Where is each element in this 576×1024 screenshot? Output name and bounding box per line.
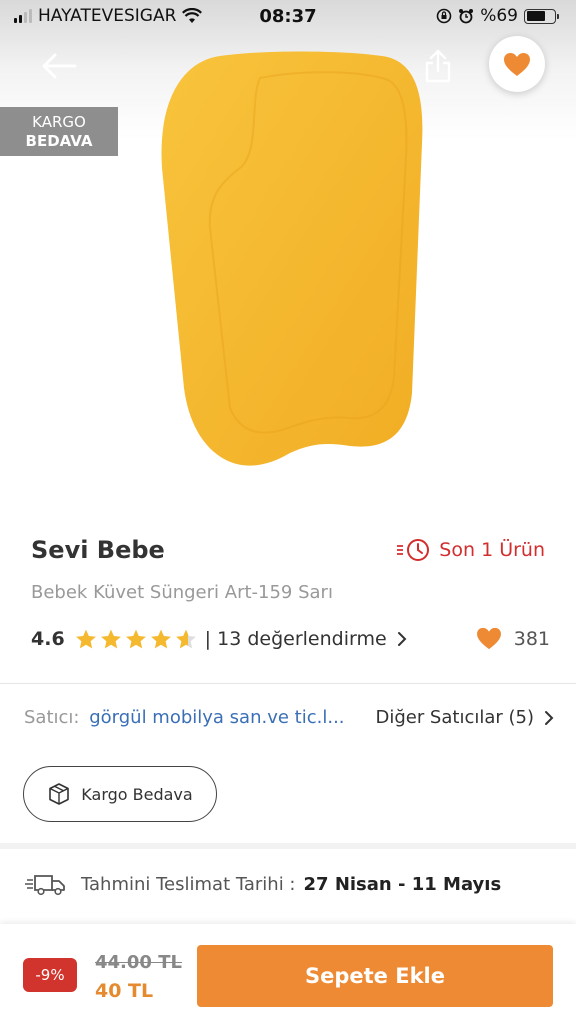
star-icon: [75, 629, 96, 649]
product-brand[interactable]: Sevi Bebe: [31, 536, 165, 564]
package-icon: [49, 783, 70, 805]
chevron-right-icon: [397, 632, 407, 646]
free-shipping-pill[interactable]: Kargo Bedava: [23, 766, 217, 822]
status-right: %69: [436, 6, 559, 26]
heart-icon: [476, 627, 501, 650]
badge-line1: KARGO: [32, 112, 86, 131]
add-to-cart-button[interactable]: Sepete Ekle: [197, 945, 553, 1007]
old-price: 44.00 TL: [95, 952, 182, 973]
heart-filled-icon: [504, 52, 530, 76]
other-sellers-label: Diğer Satıcılar (5): [375, 707, 534, 728]
current-price: 40 TL: [95, 980, 154, 1002]
product-name: Bebek Küvet Süngeri Art-159 Sarı: [31, 582, 333, 603]
status-left: HAYATEVESIGAR: [14, 6, 203, 26]
free-shipping-label: Kargo Bedava: [81, 784, 193, 804]
section-separator: [0, 843, 576, 849]
share-icon: [425, 49, 451, 83]
seller-info: Satıcı: görgül mobilya san.ve tic.l...: [24, 707, 345, 728]
battery-icon: [524, 8, 559, 24]
rating-row: 4.6 | 13 değerlendirme: [31, 628, 407, 650]
clock-icon: [397, 539, 430, 561]
share-button[interactable]: [416, 44, 460, 88]
favorite-count[interactable]: 381: [476, 627, 550, 650]
alarm-icon: [459, 9, 474, 24]
battery-fill: [526, 11, 546, 21]
rating-stars: [75, 628, 197, 650]
star-icon: [150, 629, 171, 649]
delivery-estimate: Tahmini Teslimat Tarihi : 27 Nisan - 11 …: [25, 872, 501, 896]
star-icon: [175, 629, 196, 649]
other-sellers-link[interactable]: Diğer Satıcılar (5): [375, 707, 554, 728]
star-icon: [100, 629, 121, 649]
product-image: [161, 51, 423, 466]
star-icon: [125, 629, 146, 649]
rating-value: 4.6: [31, 628, 65, 650]
signal-icon: [14, 9, 32, 23]
favorite-button[interactable]: [489, 36, 545, 92]
arrow-left-icon: [42, 53, 77, 79]
wifi-icon: [182, 8, 203, 23]
divider: [0, 683, 576, 684]
free-shipping-badge: KARGO BEDAVA: [0, 107, 118, 156]
stock-text: Son 1 Ürün: [439, 539, 545, 561]
seller-row: Satıcı: görgül mobilya san.ve tic.l... D…: [24, 707, 554, 728]
truck-icon: [25, 875, 65, 896]
delivery-date: 27 Nisan - 11 Mayıs: [303, 873, 502, 895]
back-button[interactable]: [34, 46, 84, 86]
chevron-right-icon: [545, 710, 554, 725]
status-time: 08:37: [259, 5, 317, 27]
battery-percent: %69: [480, 6, 518, 26]
delivery-label: Tahmini Teslimat Tarihi :: [81, 873, 296, 895]
stock-warning: Son 1 Ürün: [395, 538, 545, 562]
badge-line2: BEDAVA: [25, 131, 93, 150]
seller-label: Satıcı:: [24, 707, 80, 728]
bottom-purchase-bar: -9% 44.00 TL 40 TL Sepete Ekle: [0, 924, 576, 1024]
rotation-lock-icon: [436, 8, 452, 24]
product-image-area[interactable]: KARGO BEDAVA: [0, 0, 576, 520]
discount-badge: -9%: [23, 958, 77, 992]
carrier-name: HAYATEVESIGAR: [38, 6, 177, 26]
reviews-count: | 13 değerlendirme: [204, 628, 387, 650]
reviews-link[interactable]: | 13 değerlendirme: [205, 628, 407, 650]
favorite-count-value: 381: [513, 627, 550, 650]
seller-name[interactable]: görgül mobilya san.ve tic.l...: [89, 707, 344, 728]
status-bar: HAYATEVESIGAR 08:37 %69: [0, 0, 576, 32]
